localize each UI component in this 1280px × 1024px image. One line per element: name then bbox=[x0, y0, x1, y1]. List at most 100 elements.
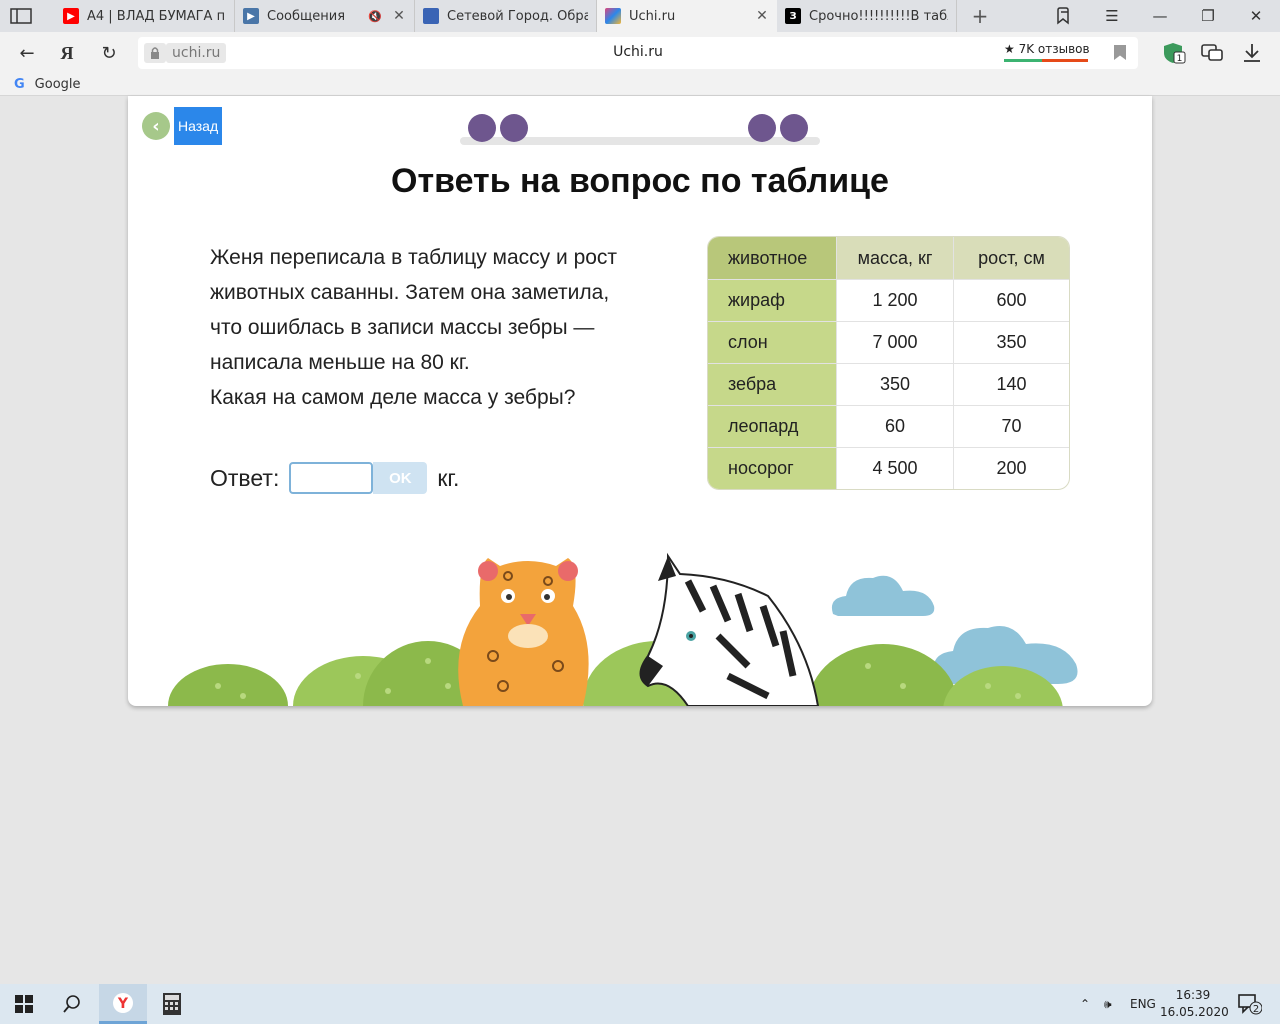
notifications-icon[interactable]: 2 bbox=[1238, 984, 1262, 1024]
savanna-illustration bbox=[168, 552, 1078, 706]
reload-icon[interactable]: ↻ bbox=[96, 40, 122, 66]
svg-text:Y: Y bbox=[117, 996, 129, 1012]
extension-badge: 1 bbox=[1177, 54, 1183, 64]
bookmarks-panel-icon[interactable] bbox=[1040, 0, 1088, 32]
tab-title: Срочно!!!!!!!!!!В таблице bbox=[809, 8, 948, 24]
notification-count: 2 bbox=[1253, 1004, 1259, 1015]
tab-title: Сетевой Город. Образо bbox=[447, 8, 588, 24]
tray-chevron-up-icon[interactable]: ⌃ bbox=[1080, 984, 1090, 1024]
table-cell: леопард bbox=[708, 405, 836, 447]
progress-dot bbox=[748, 114, 776, 142]
taskbar-clock[interactable]: 16:39 16.05.2020 bbox=[1160, 987, 1229, 1021]
windows-start-icon[interactable] bbox=[0, 984, 48, 1024]
table-row: жираф 1 200 600 bbox=[708, 279, 1069, 321]
table-cell: 1 200 bbox=[836, 279, 953, 321]
calculator-icon[interactable] bbox=[148, 984, 196, 1024]
table-cell: 350 bbox=[836, 363, 953, 405]
table-row: слон 7 000 350 bbox=[708, 321, 1069, 363]
volume-icon[interactable]: 🕪 bbox=[1104, 984, 1112, 1024]
tab-title: А4 | ВЛАД БУМАГА про bbox=[87, 8, 226, 24]
back-control[interactable]: ‹ Назад bbox=[142, 107, 223, 145]
tab-list-icon[interactable] bbox=[10, 8, 32, 24]
tab-title: Uchi.ru bbox=[629, 8, 676, 24]
progress-dot bbox=[500, 114, 528, 142]
search-icon[interactable] bbox=[48, 984, 96, 1024]
muted-speaker-icon[interactable]: 🔇 bbox=[368, 10, 382, 23]
messenger-icon[interactable] bbox=[1200, 41, 1224, 65]
reviews-rating-bar bbox=[1004, 59, 1088, 62]
task-card: ‹ Назад Ответь на вопрос по таблице Женя… bbox=[128, 96, 1152, 706]
tab-netcity[interactable]: Сетевой Город. Образо bbox=[415, 0, 597, 32]
close-tab-icon[interactable]: ✕ bbox=[392, 8, 406, 24]
table-cell: носорог bbox=[708, 447, 836, 489]
question-line: Женя переписала в таблицу массу и рост bbox=[210, 246, 618, 269]
table-row: зебра 350 140 bbox=[708, 363, 1069, 405]
tab-title: Сообщения bbox=[267, 8, 346, 24]
leopard-icon bbox=[458, 558, 589, 706]
znanija-icon: З bbox=[785, 8, 801, 24]
address-page-title[interactable]: Uchi.ru bbox=[138, 44, 1138, 60]
omnibox[interactable]: uchi.ru Uchi.ru ★ 7K отзывов bbox=[138, 37, 1138, 69]
table-cell: 7 000 bbox=[836, 321, 953, 363]
question-line: животных саванны. Затем она заметила, bbox=[210, 281, 610, 304]
zebra-icon bbox=[639, 552, 820, 706]
table-row: носорог 4 500 200 bbox=[708, 447, 1069, 489]
back-arrow-icon[interactable]: ← bbox=[14, 40, 40, 66]
table-cell: 140 bbox=[953, 363, 1069, 405]
restore-icon[interactable]: ❐ bbox=[1184, 0, 1232, 32]
table-cell: 70 bbox=[953, 405, 1069, 447]
table-row: леопард 60 70 bbox=[708, 405, 1069, 447]
tab-bar: ▶ А4 | ВЛАД БУМАГА про ▶ Сообщения 🔇 ✕ С… bbox=[0, 0, 1280, 32]
bookmark-label: Google bbox=[34, 77, 81, 92]
shield-extension-icon[interactable]: 1 bbox=[1162, 41, 1186, 65]
table-cell: жираф bbox=[708, 279, 836, 321]
table-header-row: животное масса, кг рост, см bbox=[708, 237, 1069, 279]
table-cell: 350 bbox=[953, 321, 1069, 363]
google-icon: G bbox=[14, 77, 25, 92]
column-header-mass: масса, кг bbox=[836, 237, 953, 279]
column-header-height: рост, см bbox=[953, 237, 1069, 279]
answer-label: Ответ: bbox=[210, 464, 280, 491]
table-cell: зебра bbox=[708, 363, 836, 405]
minimize-icon[interactable]: — bbox=[1136, 0, 1184, 32]
progress-dot bbox=[780, 114, 808, 142]
animals-table: животное масса, кг рост, см жираф 1 200 … bbox=[707, 236, 1070, 490]
yandex-icon[interactable]: Я bbox=[54, 40, 80, 66]
download-icon[interactable] bbox=[1240, 41, 1264, 65]
progress-dot bbox=[468, 114, 496, 142]
answer-input[interactable] bbox=[289, 462, 374, 494]
bush-icon bbox=[168, 641, 1063, 706]
back-button[interactable]: Назад bbox=[174, 107, 223, 145]
chevron-left-icon[interactable]: ‹ bbox=[142, 112, 170, 140]
menu-icon[interactable]: ☰ bbox=[1088, 0, 1136, 32]
clock-time: 16:39 bbox=[1175, 988, 1211, 1002]
tab-youtube[interactable]: ▶ А4 | ВЛАД БУМАГА про bbox=[55, 0, 235, 32]
reviews-badge[interactable]: ★ 7K отзывов bbox=[1004, 42, 1090, 56]
uchi-icon bbox=[605, 8, 621, 24]
tab-uchi[interactable]: Uchi.ru ✕ bbox=[597, 0, 777, 32]
ok-button[interactable]: OK bbox=[373, 462, 428, 494]
tab-znanija[interactable]: З Срочно!!!!!!!!!!В таблице bbox=[777, 0, 957, 32]
table-cell: 600 bbox=[953, 279, 1069, 321]
question-line: Какая на самом деле масса у зебры? bbox=[210, 386, 576, 409]
language-indicator[interactable]: ENG bbox=[1130, 984, 1156, 1024]
windows-taskbar: Y ⌃ 🕪 ENG 16:39 16.05.2020 2 bbox=[0, 984, 1280, 1024]
question-text: Женя переписала в таблицу массу и рост ж… bbox=[210, 240, 680, 415]
new-tab-icon[interactable]: + bbox=[970, 4, 990, 28]
table-cell: 60 bbox=[836, 405, 953, 447]
tab-messages[interactable]: ▶ Сообщения 🔇 ✕ bbox=[235, 0, 415, 32]
page-title: Ответь на вопрос по таблице bbox=[391, 162, 889, 200]
clock-date: 16.05.2020 bbox=[1160, 1005, 1229, 1019]
netcity-icon bbox=[423, 8, 439, 24]
column-header-animal: животное bbox=[708, 237, 836, 279]
yandex-browser-taskbar-icon[interactable]: Y bbox=[99, 984, 147, 1024]
close-window-icon[interactable]: ✕ bbox=[1232, 0, 1280, 32]
vk-icon: ▶ bbox=[243, 8, 259, 24]
bookmark-google[interactable]: G Google bbox=[14, 77, 81, 92]
address-bar: ← Я ↻ uchi.ru Uchi.ru ★ 7K отзывов 1 bbox=[0, 32, 1280, 74]
unit-label: кг. bbox=[437, 464, 460, 491]
youtube-icon: ▶ bbox=[63, 8, 79, 24]
question-line: написала меньше на 80 кг. bbox=[210, 351, 470, 374]
close-tab-icon[interactable]: ✕ bbox=[755, 8, 769, 24]
table-cell: слон bbox=[708, 321, 836, 363]
